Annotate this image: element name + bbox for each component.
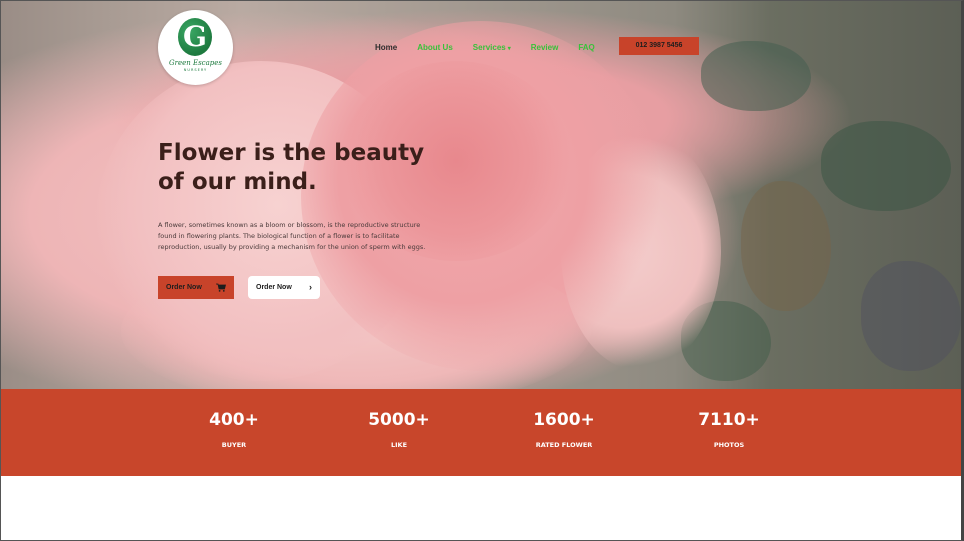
stat-label: RATED FLOWER xyxy=(535,441,593,449)
leaf-background xyxy=(821,121,951,211)
leaf-background xyxy=(861,261,961,371)
order-now-label: Order Now xyxy=(166,284,202,291)
hero-section: G Green Escapes NURSERY Home About Us Se… xyxy=(1,1,961,389)
stat-value: 1600+ xyxy=(533,410,595,430)
leaf-background xyxy=(741,181,831,311)
stat-label: BUYER xyxy=(221,441,247,449)
order-now-button[interactable]: Order Now xyxy=(158,276,234,299)
order-now-secondary-button[interactable]: Order Now › xyxy=(248,276,320,299)
stat-value: 400+ xyxy=(209,410,259,430)
stat-value: 7110+ xyxy=(698,410,760,430)
nav-faq[interactable]: FAQ xyxy=(578,43,594,52)
cart-icon xyxy=(216,283,226,292)
stat-like: 5000+ LIKE xyxy=(339,409,459,449)
stat-rated-flower: 1600+ RATED FLOWER xyxy=(504,409,624,449)
chevron-down-icon: ▾ xyxy=(507,45,511,52)
nav-services-label: Services xyxy=(472,42,506,52)
nav-services[interactable]: Services ▾ xyxy=(473,43,511,52)
logo-brand-name: Green Escapes xyxy=(169,59,222,67)
chevron-right-icon: › xyxy=(309,282,312,292)
logo-subtitle: NURSERY xyxy=(183,68,208,72)
hero-description: A flower, sometimes known as a bloom or … xyxy=(158,221,426,251)
page-frame: G Green Escapes NURSERY Home About Us Se… xyxy=(0,0,964,541)
stat-buyer: 400+ BUYER xyxy=(174,409,294,449)
hero-headline-line-2: of our mind. xyxy=(158,169,317,195)
phone-button[interactable]: 012 3987 5456 xyxy=(619,37,699,55)
nav-home[interactable]: Home xyxy=(375,43,397,52)
hero-headline: Flower is the beauty of our mind. xyxy=(158,139,448,197)
logo-letter: G xyxy=(183,20,207,53)
leaf-background xyxy=(701,41,811,111)
stat-label: LIKE xyxy=(390,441,408,449)
nav-about-us[interactable]: About Us xyxy=(417,43,453,52)
hero-headline-line-1: Flower is the beauty xyxy=(158,140,425,166)
stat-label: PHOTOS xyxy=(713,441,745,449)
stat-photos: 7110+ PHOTOS xyxy=(669,409,789,449)
nav-review[interactable]: Review xyxy=(531,43,559,52)
stat-value: 5000+ xyxy=(368,410,430,430)
stats-bar: 400+ BUYER 5000+ LIKE 1600+ RATED FLOWER… xyxy=(1,389,961,476)
main-nav: Home About Us Services ▾ Review FAQ xyxy=(375,41,615,53)
site-logo[interactable]: G Green Escapes NURSERY xyxy=(158,10,233,85)
order-now-secondary-label: Order Now xyxy=(256,284,292,291)
